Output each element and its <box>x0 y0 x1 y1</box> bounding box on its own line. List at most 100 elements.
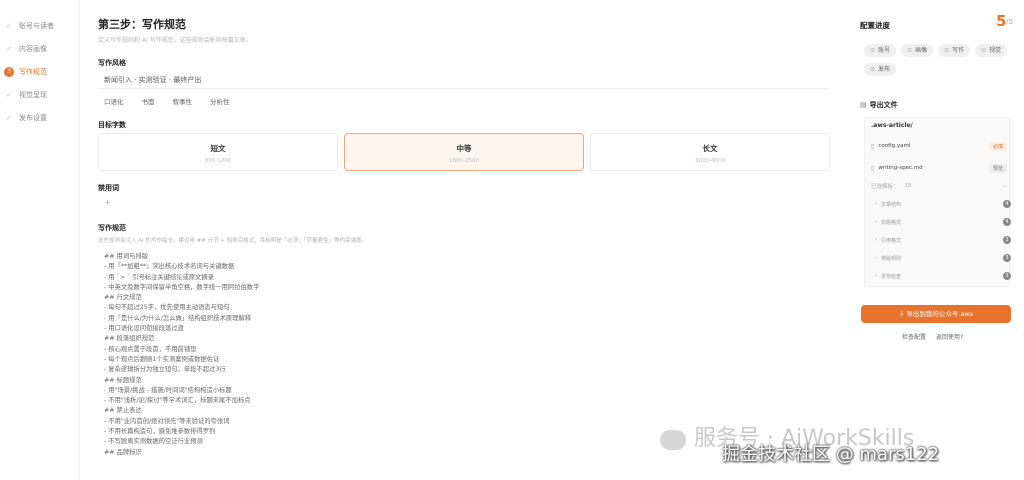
writing-spec-editor[interactable]: ## 用词与排版 - 用「**加粗**」突出核心技术名词与关键数据 - 用 `> `… <box>104 252 504 458</box>
banned-words-heading: 禁用词 <box>98 184 119 192</box>
sidebar-item-writing-spec[interactable]: 3 写作规范 <box>0 60 79 83</box>
export-button[interactable]: ⇩ 导出到我的公众号.aws <box>861 305 1011 323</box>
tag-label: 写作 <box>952 47 965 54</box>
credit-watermark: 掘金技术社区 @ mars122 <box>722 444 940 465</box>
file-sub-item[interactable]: › 排版规则 3 <box>875 252 1011 264</box>
chevron-down-icon: ⌄ <box>1002 183 1007 189</box>
back-link[interactable]: 返回使用? <box>936 332 963 341</box>
card-title: 长文 <box>702 144 718 153</box>
file-tree: .aws-article/ ▯ config.yaml 必填 ▯ writing… <box>864 117 1011 287</box>
file-name: writing-spec.md <box>878 165 923 171</box>
sidebar-item-content-profile[interactable]: ✓ 内容画像 <box>0 37 79 60</box>
chevron-right-icon: › <box>875 255 877 261</box>
progress-value: 5 <box>996 12 1007 30</box>
file-row-writing-spec[interactable]: ▯ writing-spec.md 预览 <box>871 162 1007 174</box>
spec-line: - 复杂逻辑拆分为独立短句，单段不超过3行 <box>104 366 226 374</box>
writing-style-heading: 写作风格 <box>98 59 126 67</box>
file-sub-item[interactable]: › 标题格式 4 <box>875 216 1011 228</box>
check-config-link[interactable]: 检查配置 <box>902 332 926 341</box>
spec-line: - 中英文及数字间保留半角空格，数字统一用阿拉伯数字 <box>104 283 260 291</box>
check-circle-icon: ⊙ <box>870 66 876 73</box>
spec-line: - 用「**加粗**」突出核心技术名词与关键数据 <box>104 263 235 271</box>
card-title: 中等 <box>456 144 472 153</box>
spec-line: ## 用词与排版 <box>104 253 149 260</box>
style-chip-group: 口语化 书面 叙事性 分析性 <box>104 96 230 106</box>
card-range: 3000-4000 <box>695 158 725 164</box>
document-icon: ▯ <box>871 142 875 150</box>
style-chip[interactable]: 分析性 <box>210 96 230 106</box>
spec-line: - 每句不超过25字，优先使用主动语态与短句 <box>104 304 230 312</box>
tag-label: 账号 <box>878 47 891 54</box>
spec-line: ## 标题规范 <box>104 376 142 384</box>
card-range: 800-1200 <box>204 158 232 164</box>
file-name: config.yaml <box>878 143 911 149</box>
spec-line: - 不用"浅析/论/探讨"等学术词汇，标题末尾不加标点 <box>104 397 251 405</box>
template-label: 已选模板： <box>871 184 899 190</box>
spec-line: - 用口语化设问衔接段落过渡 <box>104 325 184 333</box>
check-icon: ✓ <box>6 113 12 122</box>
count-badge: 3 <box>1003 236 1011 244</box>
sidebar-item-label: 视觉呈现 <box>19 90 47 99</box>
export-button-label: 导出到我的公众号.aws <box>906 310 974 318</box>
sub-item-label: 标题格式 <box>881 219 902 226</box>
chevron-right-icon: › <box>875 219 877 225</box>
page-subtitle: 定义写作规则和 AI 写作规范，这些规则会影响每篇文章。 <box>98 37 252 44</box>
file-sub-item[interactable]: › 文章结构 4 <box>875 198 1011 210</box>
count-badge: 3 <box>1003 254 1011 262</box>
check-icon: ✓ <box>6 44 12 53</box>
length-card-long[interactable]: 长文 3000-4000 <box>590 133 830 171</box>
spec-line: - 不用"业内首创/绝对领先"等未验证的夸张词 <box>104 417 230 425</box>
file-row-config[interactable]: ▯ config.yaml 必填 <box>871 140 1007 152</box>
add-banned-word-button[interactable]: + <box>104 198 111 207</box>
length-card-medium[interactable]: 中等 1800-2500 <box>344 133 584 171</box>
count-badge: 3 <box>1003 272 1011 280</box>
sidebar-item-label: 账号与读者 <box>19 21 54 30</box>
sidebar-item-account-readers[interactable]: ✓ 账号与读者 <box>0 14 79 37</box>
length-card-group: 短文 800-1200 中等 1800-2500 长文 3000-4000 <box>98 133 830 171</box>
progress-tag-group: ⊙ 账号 ⊙ 画像 ⊙ 写作 ⊙ 视觉 ⊙ 发布 <box>864 44 1014 76</box>
sidebar-item-publish[interactable]: ✓ 发布设置 <box>0 106 79 129</box>
progress-tag: ⊙ 账号 <box>864 44 897 57</box>
file-sub-item[interactable]: › 引用格式 3 <box>875 234 1011 246</box>
template-select-row[interactable]: 已选模板： 15 ⌄ <box>871 180 1007 192</box>
file-sub-item[interactable]: › 发布检查 3 <box>875 270 1011 282</box>
spec-line: ## 禁止表达 <box>104 407 142 415</box>
sidebar-item-label: 内容画像 <box>19 44 47 53</box>
style-chip[interactable]: 叙事性 <box>173 96 193 106</box>
tag-label: 发布 <box>878 66 891 73</box>
writing-spec-heading: 写作规范 <box>98 224 126 232</box>
sub-item-label: 排版规则 <box>881 255 902 262</box>
writing-style-input[interactable]: 新闻引入 · 实测验证 · 最终产出 <box>98 72 828 89</box>
target-length-heading: 目标字数 <box>98 121 126 129</box>
required-badge: 必填 <box>988 141 1007 151</box>
preview-button[interactable]: 预览 <box>988 163 1007 173</box>
card-title: 短文 <box>210 144 226 153</box>
sidebar-item-label: 发布设置 <box>19 113 47 122</box>
template-value: 15 <box>904 183 912 189</box>
tag-label: 画像 <box>915 47 928 54</box>
spec-line: ## 品牌标识 <box>104 448 142 456</box>
length-card-short[interactable]: 短文 800-1200 <box>98 133 338 171</box>
count-badge: 4 <box>1003 200 1011 208</box>
right-panel: 配置进度 5 /5 ⊙ 账号 ⊙ 画像 ⊙ 写作 ⊙ 视觉 ⊙ 发布 ▤ 导出文件 .aws… <box>860 0 1024 480</box>
export-title-text: 导出文件 <box>869 101 898 109</box>
footer-links: 检查配置 返回使用? <box>902 332 963 341</box>
chevron-right-icon: › <box>875 201 877 207</box>
sidebar-item-visual[interactable]: ✓ 视觉呈现 <box>0 83 79 106</box>
progress-title: 配置进度 <box>860 21 890 30</box>
file-icon: ▤ <box>860 101 867 109</box>
writing-spec-description: 这些规则会注入 AI 的写作指令，建议用 ## 分节 + 短条目格式，并标明是「… <box>98 238 367 244</box>
progress-total: /5 <box>1006 18 1013 26</box>
spec-line: - 用「是什么/为什么/怎么做」结构组织技术原理解释 <box>104 314 252 322</box>
style-chip[interactable]: 口语化 <box>104 96 124 106</box>
export-files-heading: ▤ 导出文件 <box>860 100 898 110</box>
check-circle-icon: ⊙ <box>870 47 876 54</box>
step-number-badge: 3 <box>4 66 14 77</box>
sidebar-item-label: 写作规范 <box>19 67 47 76</box>
check-circle-icon: ⊙ <box>944 47 950 54</box>
check-icon: ✓ <box>6 21 12 30</box>
style-chip[interactable]: 书面 <box>142 96 155 106</box>
chevron-right-icon: › <box>875 237 877 243</box>
sub-item-label: 文章结构 <box>881 201 902 208</box>
tag-label: 视觉 <box>989 47 1002 54</box>
